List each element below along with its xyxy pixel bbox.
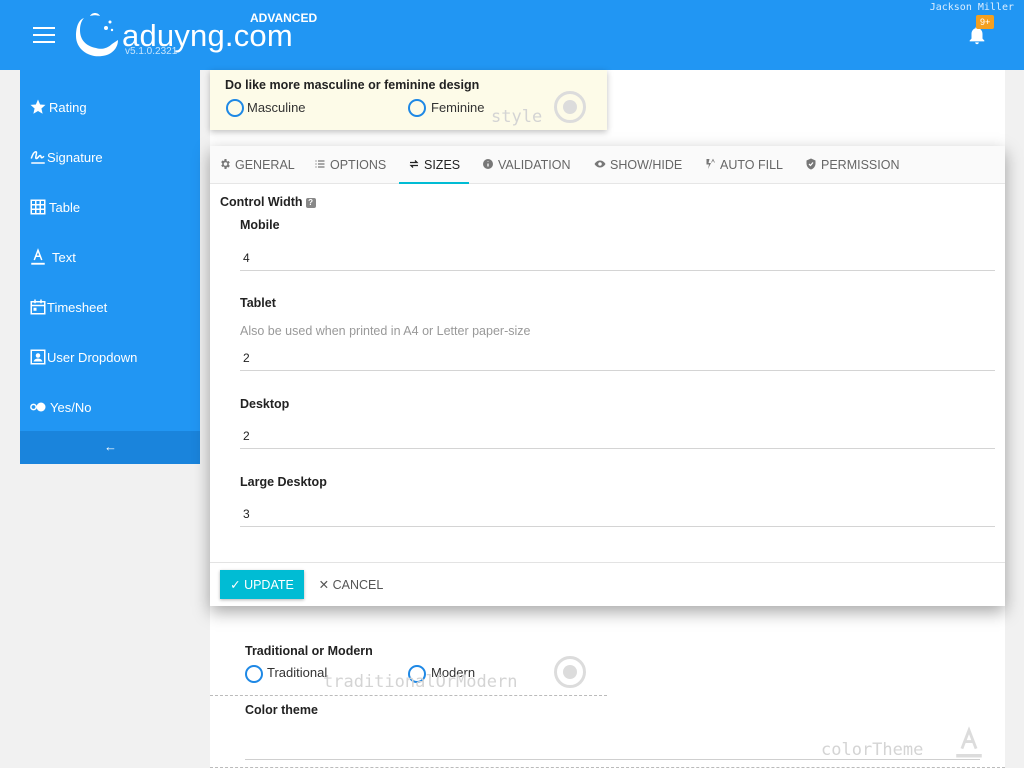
style-question[interactable]: Do like more masculine or feminine desig… [210, 70, 607, 130]
tab-label: PERMISSION [821, 158, 900, 172]
tab-sizes[interactable]: SIZES [399, 146, 469, 184]
tab-label: GENERAL [235, 158, 295, 172]
sidebar-item-user-dropdown[interactable]: User Dropdown [20, 348, 200, 398]
sidebar-item-signature[interactable]: Signature [20, 148, 200, 198]
radio-label: Traditional [267, 665, 328, 680]
radio-label: Feminine [431, 100, 485, 115]
radio-label: Masculine [247, 100, 306, 115]
large-desktop-label: Large Desktop [240, 475, 327, 489]
sidebar-item-timesheet[interactable]: Timesheet [20, 298, 200, 348]
shield-icon [806, 158, 816, 170]
settings-dialog: GENERAL OPTIONS SIZES VALIDATION SHOW/HI… [210, 146, 1005, 606]
info-icon [483, 159, 493, 169]
user-icon [30, 349, 46, 365]
control-width-label: Control Width [220, 195, 303, 209]
tab-options[interactable]: OPTIONS [311, 146, 396, 184]
arrow-left-icon: ← [104, 439, 117, 454]
sidebar-item-label: Signature [47, 150, 103, 165]
autofill-icon [706, 158, 715, 169]
sidebar-item-rating[interactable]: Rating [20, 98, 200, 148]
mobile-label: Mobile [240, 218, 280, 232]
sidebar-item-table[interactable]: Table [20, 198, 200, 248]
color-theme-question[interactable]: Color theme colorTheme [210, 697, 1005, 768]
eye-icon [594, 160, 606, 168]
sidebar-item-label: Table [49, 200, 81, 215]
app-header: aduyng.com v5.1.0.2321 ADVANCED Jackson … [0, 0, 1024, 70]
swap-icon [409, 160, 419, 168]
section-title: Control Width? [220, 195, 316, 209]
gear-icon [221, 159, 230, 169]
tab-permission[interactable]: PERMISSION [803, 146, 903, 184]
list-icon [315, 160, 325, 168]
toggle-icon [30, 402, 46, 412]
tab-label: AUTO FILL [720, 158, 783, 172]
sidebar-item-label: Text [52, 250, 76, 265]
radio-traditional[interactable] [245, 665, 263, 683]
notification-badge: 9+ [976, 15, 995, 29]
desktop-width-input[interactable] [240, 423, 995, 449]
signature-icon [30, 150, 45, 164]
field-key-watermark: traditionalOrModern [323, 672, 518, 692]
cancel-button[interactable]: ✕ CANCEL [314, 570, 388, 599]
field-key-watermark: style [491, 107, 543, 127]
star-icon [30, 99, 46, 114]
text-type-icon [956, 726, 982, 758]
sidebar-collapse-button[interactable]: ← [20, 431, 200, 464]
field-key-watermark: colorTheme [821, 740, 924, 760]
calendar-icon [30, 299, 46, 315]
whale-logo-icon [76, 13, 118, 57]
large-desktop-width-input[interactable] [240, 501, 995, 527]
text-icon [31, 248, 45, 265]
desktop-label: Desktop [240, 397, 290, 411]
radio-type-icon [554, 91, 586, 123]
radio-masculine[interactable] [226, 99, 244, 117]
radio-type-icon [554, 656, 586, 688]
tab-label: SIZES [424, 158, 461, 172]
tradition-question[interactable]: Traditional or Modern Traditional Modern… [210, 636, 607, 696]
user-name[interactable]: Jackson Miller [930, 2, 1014, 13]
tab-label: VALIDATION [498, 158, 571, 172]
update-button[interactable]: ✓ UPDATE [220, 570, 304, 599]
tab-show-hide[interactable]: SHOW/HIDE [593, 146, 693, 184]
question-title: Do like more masculine or feminine desig… [225, 78, 480, 92]
tablet-hint: Also be used when printed in A4 or Lette… [240, 324, 531, 338]
tablet-width-input[interactable] [240, 345, 995, 371]
tab-bar: GENERAL OPTIONS SIZES VALIDATION SHOW/HI… [210, 146, 1005, 184]
dialog-footer: ✓ UPDATE ✕ CANCEL [210, 562, 1005, 606]
edition-label: ADVANCED [250, 11, 318, 25]
tab-label: SHOW/HIDE [610, 158, 683, 172]
mobile-width-input[interactable] [240, 245, 995, 271]
sidebar-item-label: Yes/No [50, 400, 92, 415]
help-icon[interactable]: ? [305, 198, 316, 208]
sidebar-item-text[interactable]: Text [20, 248, 200, 298]
tab-auto-fill[interactable]: AUTO FILL [703, 146, 788, 184]
question-title: Traditional or Modern [245, 644, 373, 658]
tablet-label: Tablet [240, 296, 276, 310]
menu-icon[interactable] [33, 27, 55, 43]
tab-label: OPTIONS [330, 158, 387, 172]
sidebar-item-label: User Dropdown [47, 350, 138, 365]
question-title: Color theme [245, 703, 318, 717]
sidebar: Rating Signature Table Text Timesheet Us… [20, 70, 200, 464]
tab-validation[interactable]: VALIDATION [479, 146, 579, 184]
app-version: v5.1.0.2321 [125, 46, 178, 57]
table-icon [30, 199, 46, 215]
sidebar-item-label: Timesheet [47, 300, 108, 315]
tab-general[interactable]: GENERAL [216, 146, 306, 184]
sidebar-item-label: Rating [49, 100, 87, 115]
radio-feminine[interactable] [408, 99, 426, 117]
